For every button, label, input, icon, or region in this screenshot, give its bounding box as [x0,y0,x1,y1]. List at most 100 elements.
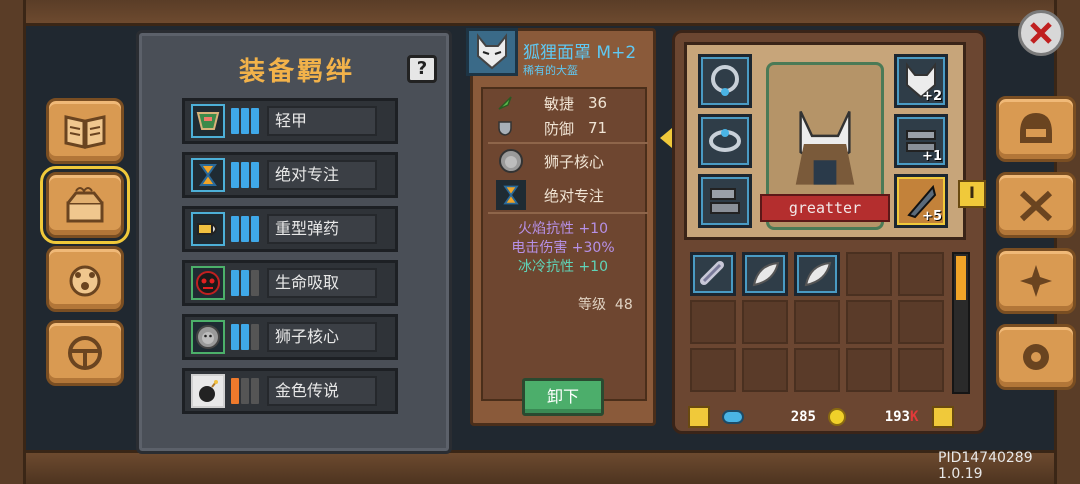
lock-button[interactable] [688,406,710,428]
slot-helmet[interactable]: +2 [894,54,948,108]
inventory-slot[interactable] [690,348,736,392]
slot-boots[interactable] [698,174,752,228]
divider [488,142,648,144]
divider [488,212,648,214]
hourglass-icon [496,180,526,210]
item-rarity: 稀有的大盔 [523,64,578,77]
treasure-box-icon [66,187,104,223]
inventory-slot[interactable] [898,252,944,296]
tab-talents[interactable] [996,248,1076,314]
bomb-icon [191,374,225,408]
inventory-slot[interactable] [846,348,892,392]
crossed-swords-icon [1019,190,1053,222]
slot-weapon[interactable]: +5 [894,174,948,228]
inventory-slot[interactable] [690,300,736,344]
feather-icon [498,96,512,110]
ring-icon [709,129,741,152]
character-name-plate: greatter [760,194,890,222]
tab-skills[interactable] [996,172,1076,238]
bond-row[interactable]: 绝对专注 [182,152,398,198]
inventory-slot[interactable] [794,348,840,392]
left-frame [0,0,26,484]
bonus-shock-damage: 电击伤害 +30% [511,240,615,256]
equipment-set-toggle[interactable]: I [958,180,986,208]
bond-level-bars [231,216,263,242]
bond-row[interactable]: 轻甲 [182,98,398,144]
bond-name: 金色传说 [267,376,377,406]
right-frame [1054,0,1080,484]
book-icon [64,115,106,149]
steering-wheel-icon [68,336,102,370]
helmet-icon [1020,113,1052,143]
inventory-slot[interactable] [898,348,944,392]
boots-icon [710,188,740,214]
bond-row[interactable]: 狮子核心 [182,314,398,360]
inventory-scrollbar[interactable] [952,252,970,394]
unequip-button[interactable]: 卸下 [522,378,604,416]
close-button[interactable] [1018,10,1064,56]
coin-count: 193 [884,409,910,425]
tab-settings[interactable] [996,324,1076,390]
inventory-slot[interactable] [794,252,840,296]
core-lion: 狮子核心 [496,146,604,176]
bottom-frame [0,450,1080,484]
demon-face-icon [191,266,225,300]
bond-name: 重型弹药 [267,214,377,244]
bond-row[interactable]: 金色传说 [182,368,398,414]
bond-level-bars [231,324,263,350]
top-frame [0,0,1080,26]
coin-unit: K [910,409,919,425]
inventory-slot[interactable] [690,252,736,296]
lion-head-icon [496,146,526,176]
stat-agility: 敏捷 36 [496,92,607,114]
shield-icon [498,121,512,136]
bond-level-bars [231,270,263,296]
bond-name: 生命吸取 [267,268,377,298]
bond-row[interactable]: 生命吸取 [182,260,398,306]
coin-icon [828,408,846,426]
tab-character[interactable] [996,96,1076,162]
bullet-icon [191,212,225,246]
scrollbar-thumb[interactable] [956,256,966,300]
pointer-arrow-icon [660,128,672,148]
tab-vehicle[interactable] [46,320,124,386]
tab-pets[interactable] [46,246,124,312]
bond-name: 狮子核心 [267,322,377,352]
character-figure-icon [795,110,855,185]
help-button[interactable]: ? [407,55,437,83]
paw-icon [69,265,101,297]
tab-book[interactable] [46,98,124,164]
hourglass-icon [191,158,225,192]
bonus-fire-resist: 火焰抗性 +10 [518,221,608,237]
item-portrait [466,28,518,76]
bond-level-bars [231,162,263,188]
bond-name: 绝对专注 [267,160,377,190]
inventory-slot[interactable] [742,252,788,296]
bracelet-plus-label: +1 [922,149,942,164]
core-focus: 绝对专注 [496,180,604,210]
inventory-slot[interactable] [794,300,840,344]
inventory-slot[interactable] [846,300,892,344]
stat-defense: 防御 71 [496,117,607,139]
tab-equipment-bonds[interactable] [40,166,130,244]
inventory-slot[interactable] [846,252,892,296]
fox-mask-icon [477,33,507,70]
bond-level-bars [231,378,263,404]
sort-button[interactable] [932,406,955,428]
inventory-slot[interactable] [898,300,944,344]
bond-row[interactable]: 重型弹药 [182,206,398,252]
feather-item-icon [804,261,832,287]
inventory-slot[interactable] [742,348,788,392]
bond-name: 轻甲 [267,106,377,136]
feather-item-icon [752,261,780,287]
slot-bracelet[interactable]: +1 [894,114,948,168]
item-name: 狐狸面罩 M+2 [523,43,637,63]
bond-level-bars [231,108,263,134]
slot-necklace[interactable] [698,54,752,108]
slot-ring[interactable] [698,114,752,168]
inventory-slot[interactable] [742,300,788,344]
helmet-plus-label: +2 [922,89,942,104]
necklace-icon [711,65,739,96]
lion-head-icon [191,320,225,354]
item-level: 等级 48 [578,297,633,313]
